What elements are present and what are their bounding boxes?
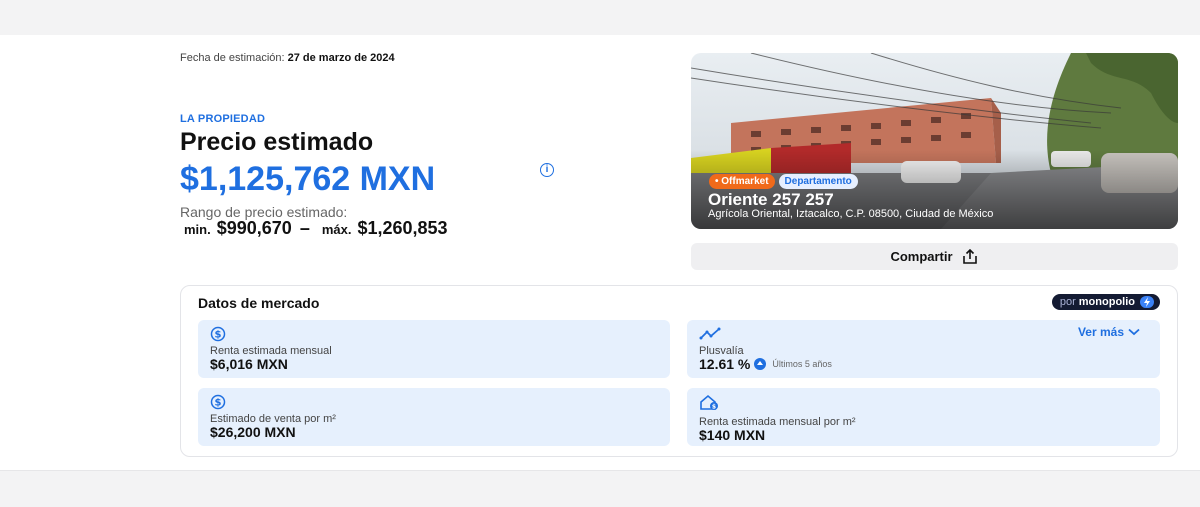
price-range: min. $990,670– máx. $1,260,853	[184, 218, 448, 239]
range-separator: –	[299, 218, 310, 238]
sale-per-m2-card: $ Estimado de venta por m² $26,200 MXN	[198, 388, 670, 446]
bottom-bar	[0, 471, 1200, 507]
appreciation-value: 12.61 %	[699, 356, 751, 372]
share-button[interactable]: Compartir	[691, 243, 1178, 270]
min-value: $990,670	[216, 218, 292, 238]
estimated-price: $1,125,762 MXN	[180, 160, 436, 198]
estimate-date-value: 27 de marzo de 2024	[287, 52, 395, 64]
provider-prefix: por	[1059, 296, 1076, 308]
see-more-label: Ver más	[1077, 325, 1124, 339]
max-label: máx.	[321, 222, 352, 237]
see-more-link[interactable]: Ver más	[1078, 325, 1140, 339]
monthly-rent-value: $6,016 MXN	[210, 356, 288, 372]
market-data-section: Datos de mercado por monopolio $ Renta e…	[180, 285, 1178, 457]
appreciation-value-row: 12.61 % Últimos 5 años	[699, 356, 832, 372]
monthly-rent-card: $ Renta estimada mensual $6,016 MXN	[198, 320, 670, 378]
estimate-date-label: Fecha de estimación:	[180, 52, 285, 64]
market-data-title: Datos de mercado	[198, 295, 320, 311]
svg-text:$: $	[215, 398, 222, 409]
sale-per-m2-value: $26,200 MXN	[210, 424, 296, 440]
svg-text:$: $	[215, 330, 222, 341]
listing-badges: • Offmarket Departamento	[709, 174, 858, 189]
share-label: Compartir	[890, 249, 953, 264]
estimate-date: Fecha de estimación: 27 de marzo de 2024	[180, 52, 395, 64]
share-icon	[962, 248, 977, 264]
trend-chart-icon	[699, 327, 721, 340]
page-title: Precio estimado	[180, 128, 374, 156]
dollar-icon: $	[210, 326, 226, 342]
chevron-down-icon	[1128, 328, 1140, 336]
appreciation-period: Últimos 5 años	[772, 359, 832, 369]
info-icon[interactable]: i	[540, 163, 554, 177]
property-photo[interactable]: • Offmarket Departamento Oriente 257 257…	[691, 53, 1178, 229]
listing-title: Oriente 257 257	[708, 190, 834, 209]
rent-per-m2-value: $140 MXN	[699, 427, 766, 443]
appreciation-card: Ver más Plusvalía 12.61 % Últimos 5 años	[687, 320, 1160, 378]
trend-up-icon	[754, 358, 767, 370]
top-bar	[0, 0, 1200, 35]
provider-badge[interactable]: por monopolio	[1051, 294, 1160, 310]
max-value: $1,260,853	[357, 218, 448, 238]
section-kicker: LA PROPIEDAD	[180, 113, 266, 125]
dollar-icon: $	[210, 394, 226, 410]
provider-name: monopolio	[1078, 296, 1135, 308]
offmarket-badge: • Offmarket	[709, 174, 775, 189]
rent-per-m2-card: $ Renta estimada mensual por m² $140 MXN	[687, 388, 1160, 446]
min-label: min.	[184, 222, 211, 237]
svg-text:$: $	[712, 404, 716, 411]
bolt-icon	[1140, 296, 1154, 308]
listing-address: Agrícola Oriental, Iztacalco, C.P. 08500…	[708, 208, 994, 220]
property-type-badge: Departamento	[778, 174, 858, 189]
home-price-icon: $	[700, 394, 718, 411]
